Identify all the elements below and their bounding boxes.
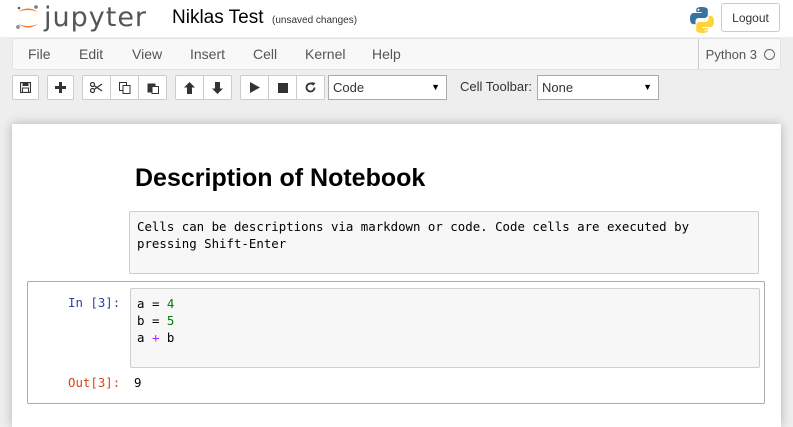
- restart-icon: [305, 82, 316, 93]
- menu-view[interactable]: View: [132, 46, 162, 62]
- interrupt-button[interactable]: [268, 75, 297, 100]
- copy-icon: [118, 81, 130, 94]
- markdown-source: Cells can be descriptions via markdown o…: [137, 219, 697, 251]
- markdown-cell-editor[interactable]: Cells can be descriptions via markdown o…: [129, 211, 759, 274]
- plus-icon: [55, 82, 66, 93]
- kernel-indicator[interactable]: Python 3: [697, 39, 775, 69]
- arrow-up-icon: [184, 81, 195, 94]
- menu-file[interactable]: File: [28, 46, 51, 62]
- cell-toolbar-label: Cell Toolbar:: [460, 79, 533, 94]
- move-down-button[interactable]: [203, 75, 232, 100]
- menu-kernel[interactable]: Kernel: [305, 46, 345, 62]
- dropdown-arrow-icon: ▼: [431, 82, 440, 92]
- copy-button[interactable]: [110, 75, 139, 100]
- markdown-heading[interactable]: Description of Notebook: [135, 164, 425, 193]
- cell-toolbar-select[interactable]: None ▼: [537, 75, 659, 100]
- output-prompt: Out[3]:: [68, 375, 121, 390]
- menubar: File Edit View Insert Cell Kernel Help P…: [12, 38, 781, 70]
- code-line: b = 5: [137, 313, 175, 328]
- input-prompt: In [3]:: [68, 295, 121, 310]
- notebook-container: Description of Notebook Cells can be des…: [12, 124, 781, 427]
- menu-cell[interactable]: Cell: [253, 46, 277, 62]
- save-button[interactable]: [12, 75, 39, 100]
- run-button[interactable]: [240, 75, 269, 100]
- restart-button[interactable]: [296, 75, 325, 100]
- header: jupyter Niklas Test (unsaved changes) Lo…: [0, 0, 793, 37]
- cell-type-select[interactable]: Code ▼: [328, 75, 447, 100]
- menu-insert[interactable]: Insert: [190, 46, 225, 62]
- arrow-down-icon: [212, 81, 223, 94]
- kernel-name: Python 3: [705, 46, 757, 62]
- code-source: a = 4 b = 5 a + b: [137, 295, 174, 346]
- dropdown-arrow-icon: ▼: [643, 82, 652, 92]
- logout-button[interactable]: Logout: [721, 3, 780, 32]
- cut-button[interactable]: [82, 75, 111, 100]
- move-up-button[interactable]: [175, 75, 204, 100]
- jupyter-logo[interactable]: jupyter: [14, 2, 147, 34]
- jupyter-logo-icon: [14, 3, 42, 33]
- code-input-area[interactable]: a = 4 b = 5 a + b: [130, 288, 760, 368]
- cell-type-value: Code: [333, 80, 365, 95]
- menu-help[interactable]: Help: [372, 46, 401, 62]
- code-cell[interactable]: In [3]: a = 4 b = 5 a + b Out[3]: 9: [27, 281, 765, 404]
- output-value: 9: [134, 375, 142, 390]
- stop-icon: [277, 82, 288, 93]
- notebook-title[interactable]: Niklas Test: [172, 6, 264, 30]
- play-icon: [249, 82, 260, 93]
- save-status: (unsaved changes): [272, 15, 358, 26]
- save-icon: [20, 82, 31, 93]
- logo-text: jupyter: [44, 2, 148, 33]
- insert-cell-button[interactable]: [47, 75, 74, 100]
- toolbar: Code ▼ Cell Toolbar: None ▼: [12, 75, 781, 101]
- scissors-icon: [90, 82, 103, 93]
- kernel-idle-icon: [764, 48, 775, 60]
- python-logo-icon: [687, 5, 717, 35]
- code-line: a + b: [137, 330, 175, 345]
- cell-toolbar-value: None: [542, 80, 574, 95]
- paste-button[interactable]: [138, 75, 167, 100]
- code-line: a = 4: [137, 296, 175, 311]
- menu-edit[interactable]: Edit: [79, 46, 103, 62]
- paste-icon: [147, 83, 159, 94]
